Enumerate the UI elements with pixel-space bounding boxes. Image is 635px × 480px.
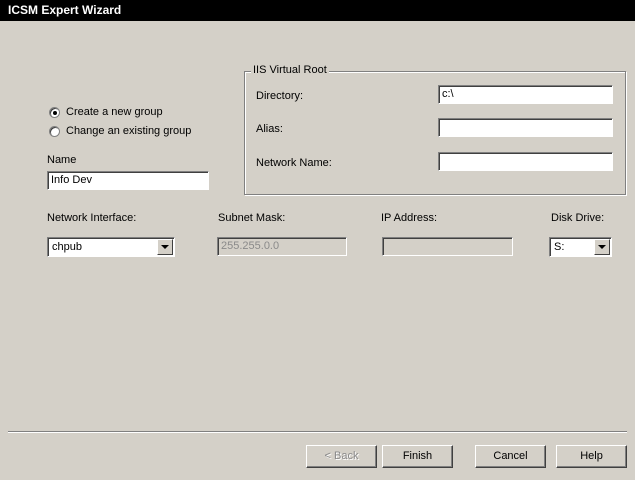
alias-label: Alias: (256, 123, 283, 135)
ip-address-input (382, 237, 513, 256)
chevron-down-icon (161, 245, 169, 249)
network-name-input[interactable] (438, 152, 613, 171)
network-interface-label: Network Interface: (47, 212, 137, 224)
alias-input[interactable] (438, 118, 613, 137)
directory-label: Directory: (256, 90, 304, 102)
subnet-mask-label: Subnet Mask: (218, 212, 286, 224)
radio-create-new-group[interactable] (49, 107, 60, 118)
name-input[interactable]: Info Dev (47, 171, 209, 190)
radio-change-existing-group-label[interactable]: Change an existing group (66, 125, 191, 137)
button-separator (8, 431, 627, 433)
disk-drive-dropdown-button[interactable] (594, 239, 610, 255)
back-button[interactable]: < Back (306, 445, 377, 468)
name-label: Name (47, 154, 77, 166)
window-title: ICSM Expert Wizard (0, 0, 635, 21)
ip-address-label: IP Address: (381, 212, 438, 224)
radio-create-new-group-label[interactable]: Create a new group (66, 106, 163, 118)
radio-change-existing-group[interactable] (49, 126, 60, 137)
iis-virtual-root-title: IIS Virtual Root (251, 64, 329, 76)
finish-button[interactable]: Finish (382, 445, 453, 468)
disk-drive-combo[interactable]: S: (549, 237, 612, 257)
wizard-client-area: Create a new group Change an existing gr… (0, 21, 635, 480)
cancel-button[interactable]: Cancel (475, 445, 546, 468)
subnet-mask-input: 255.255.0.0 (217, 237, 347, 256)
network-interface-combo[interactable]: chpub (47, 237, 175, 257)
radio-selected-dot (53, 111, 57, 115)
network-interface-value: chpub (47, 237, 175, 257)
network-name-label: Network Name: (256, 157, 332, 169)
disk-drive-label: Disk Drive: (551, 212, 605, 224)
help-button[interactable]: Help (556, 445, 627, 468)
chevron-down-icon (598, 245, 606, 249)
directory-input[interactable]: c:\ (438, 85, 613, 104)
network-interface-dropdown-button[interactable] (157, 239, 173, 255)
wizard-window: ICSM Expert Wizard Create a new group Ch… (0, 0, 635, 480)
